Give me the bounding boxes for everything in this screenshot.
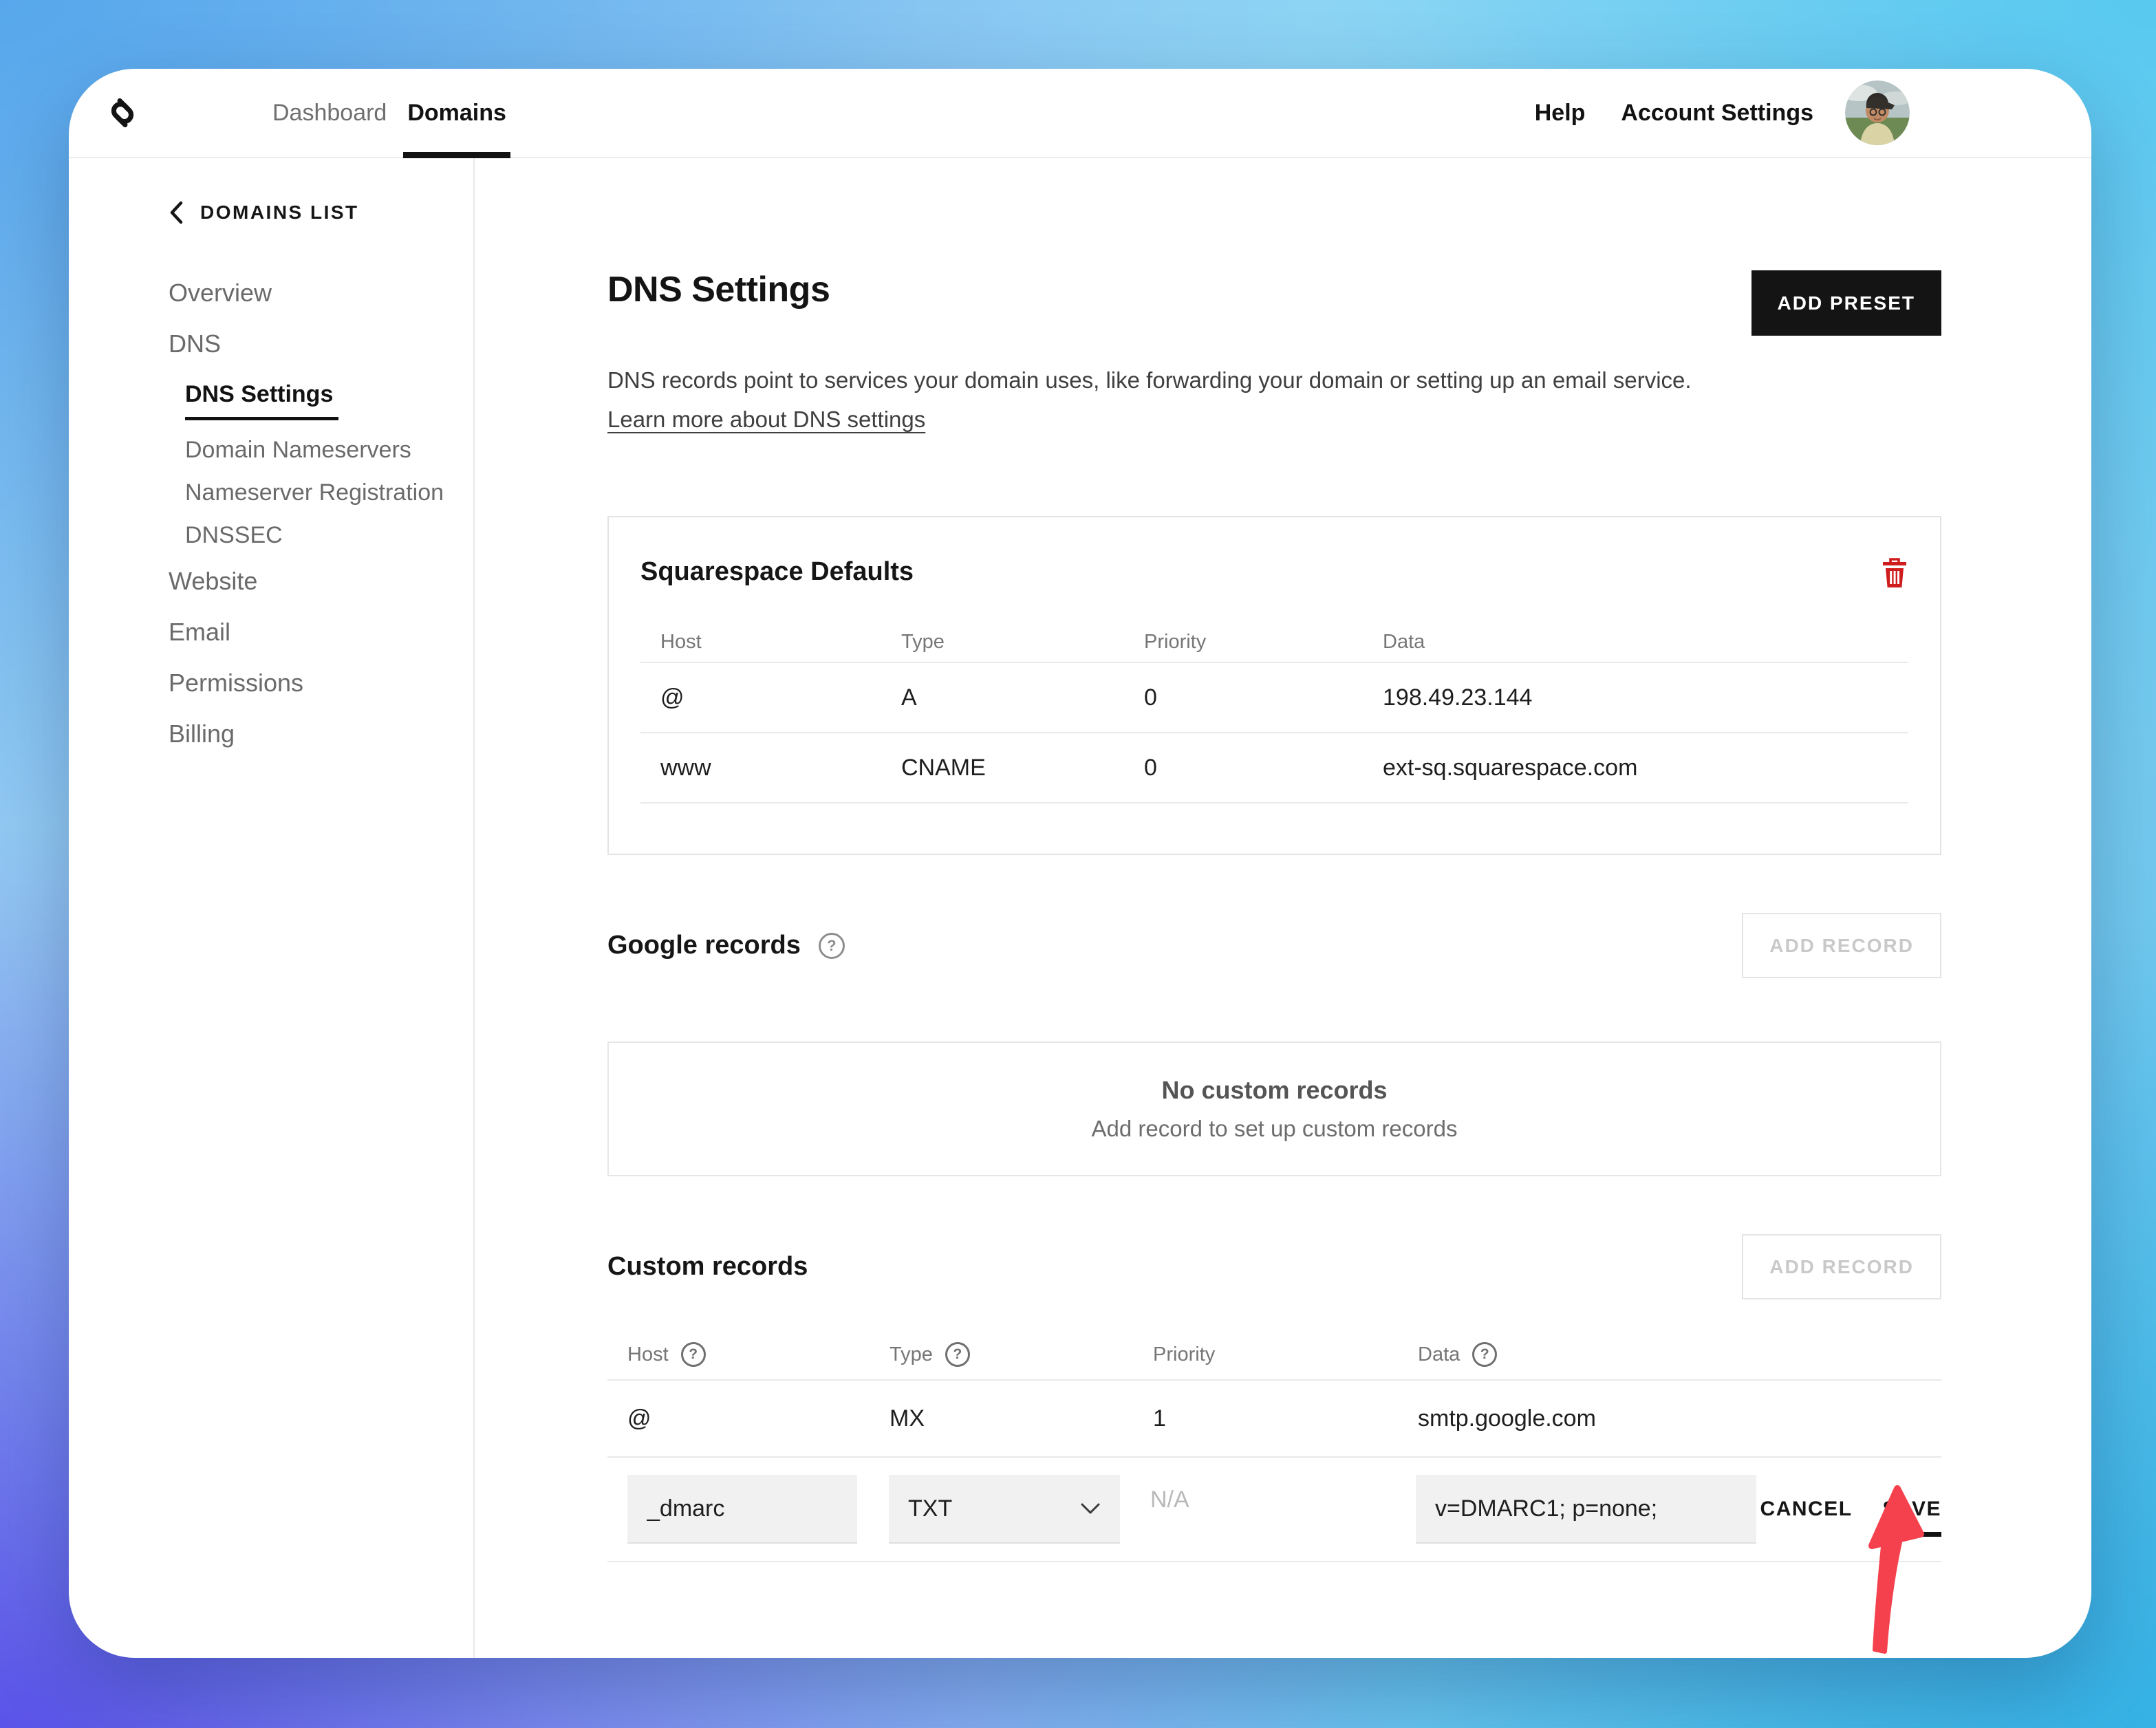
- col-host: Host: [640, 631, 881, 654]
- sidebar-item-overview[interactable]: Overview: [169, 279, 473, 307]
- title-row: DNS Settings ADD PRESET: [607, 270, 1941, 336]
- host-input[interactable]: [627, 1475, 857, 1544]
- google-records-title-wrap: Google records ?: [607, 931, 845, 960]
- help-circle-icon[interactable]: ?: [1472, 1342, 1497, 1367]
- cell-priority: 0: [1124, 684, 1363, 711]
- data-field-wrap: [1398, 1475, 1756, 1544]
- help-link[interactable]: Help: [1535, 100, 1586, 127]
- description-text: DNS records point to services your domai…: [607, 367, 1692, 393]
- cell-type: CNAME: [881, 755, 1124, 781]
- nav-dashboard[interactable]: Dashboard: [272, 69, 387, 157]
- cell-type: MX: [870, 1405, 1133, 1432]
- record-editor-row: TXT N/A CANCEL SAVE: [607, 1458, 1941, 1562]
- col-type: Type: [881, 631, 1124, 654]
- no-custom-records-box: No custom records Add record to set up c…: [607, 1041, 1941, 1176]
- table-row: @ MX 1 smtp.google.com: [607, 1381, 1941, 1458]
- type-select-value: TXT: [908, 1495, 952, 1522]
- top-nav: Dashboard Domains: [272, 69, 527, 157]
- content-row: DOMAINS LIST Overview DNS DNS Settings D…: [69, 158, 2091, 1658]
- col-priority: Priority: [1124, 631, 1363, 654]
- add-preset-button[interactable]: ADD PRESET: [1751, 270, 1941, 336]
- cell-host: @: [640, 684, 881, 711]
- app-window: Dashboard Domains Help Account Settings: [69, 69, 2091, 1658]
- editor-actions: CANCEL SAVE: [1756, 1498, 1941, 1521]
- header-right: Help Account Settings: [1535, 80, 1910, 145]
- google-records-head: Google records ? ADD RECORD: [607, 913, 1941, 978]
- cancel-button[interactable]: CANCEL: [1760, 1498, 1853, 1521]
- col-data-label: Data: [1418, 1343, 1460, 1366]
- col-type-label: Type: [890, 1343, 933, 1366]
- cell-priority: 0: [1124, 755, 1363, 781]
- custom-records-table: Host ? Type ? Priority Data ?: [607, 1330, 1941, 1562]
- custom-records-head: Custom records ADD RECORD: [607, 1234, 1941, 1299]
- chevron-down-icon: [1080, 1502, 1101, 1515]
- sidebar-item-dnssec[interactable]: DNSSEC: [185, 522, 283, 548]
- col-type: Type ?: [870, 1342, 1133, 1367]
- priority-na-text: N/A: [1133, 1487, 1398, 1513]
- empty-state-subtitle: Add record to set up custom records: [1092, 1116, 1458, 1142]
- cell-host: www: [640, 755, 881, 781]
- learn-more-link[interactable]: Learn more about DNS settings: [607, 407, 925, 432]
- cell-data: 198.49.23.144: [1363, 684, 1908, 711]
- defaults-card-head: Squarespace Defaults: [640, 517, 1908, 589]
- desktop-background: Dashboard Domains Help Account Settings: [0, 0, 2156, 1728]
- col-host-label: Host: [627, 1343, 669, 1366]
- squarespace-defaults-card: Squarespace Defaults: [607, 516, 1941, 855]
- squarespace-logo-icon[interactable]: [100, 90, 145, 136]
- account-settings-link[interactable]: Account Settings: [1621, 100, 1813, 127]
- page-title: DNS Settings: [607, 270, 830, 309]
- avatar[interactable]: [1845, 80, 1910, 145]
- back-chevron-icon: [169, 201, 184, 224]
- sidebar-item-dns[interactable]: DNS: [169, 330, 473, 358]
- sidebar-item-billing[interactable]: Billing: [169, 720, 473, 748]
- sidebar-nav: Overview DNS DNS Settings Domain Nameser…: [169, 279, 473, 748]
- cell-priority: 1: [1133, 1405, 1398, 1432]
- help-circle-icon[interactable]: ?: [819, 933, 845, 959]
- col-priority-label: Priority: [1153, 1343, 1215, 1366]
- col-data: Data ?: [1398, 1342, 1941, 1367]
- sidebar-item-permissions[interactable]: Permissions: [169, 669, 473, 697]
- app-header: Dashboard Domains Help Account Settings: [69, 69, 2091, 158]
- google-records-title: Google records: [607, 931, 801, 960]
- back-label: DOMAINS LIST: [200, 202, 359, 224]
- defaults-table: Host Type Priority Data @ A 0 198.49.23.…: [640, 622, 1908, 803]
- help-circle-icon[interactable]: ?: [681, 1342, 706, 1367]
- cell-data: smtp.google.com: [1398, 1405, 1941, 1432]
- col-host: Host ?: [607, 1342, 870, 1367]
- help-circle-icon[interactable]: ?: [945, 1342, 970, 1367]
- trash-icon: [1881, 557, 1908, 589]
- cell-data: ext-sq.squarespace.com: [1363, 755, 1908, 781]
- data-input[interactable]: [1416, 1475, 1756, 1544]
- custom-table-header: Host ? Type ? Priority Data ?: [607, 1330, 1941, 1381]
- nav-domains[interactable]: Domains: [407, 69, 506, 157]
- google-add-record-button[interactable]: ADD RECORD: [1742, 913, 1941, 978]
- col-priority: Priority: [1133, 1343, 1398, 1366]
- table-row: @ A 0 198.49.23.144: [640, 663, 1908, 733]
- defaults-table-header: Host Type Priority Data: [640, 622, 1908, 663]
- sidebar-item-nameserver-registration[interactable]: Nameserver Registration: [185, 479, 444, 506]
- type-select[interactable]: TXT: [889, 1475, 1120, 1544]
- cell-type: A: [881, 684, 1124, 711]
- delete-defaults-button[interactable]: [1881, 557, 1908, 589]
- sidebar-item-dns-settings[interactable]: DNS Settings: [185, 381, 333, 420]
- defaults-title: Squarespace Defaults: [640, 557, 914, 587]
- host-field-wrap: [607, 1475, 870, 1544]
- sidebar-item-website[interactable]: Website: [169, 568, 473, 595]
- back-to-domains-list[interactable]: DOMAINS LIST: [169, 201, 473, 224]
- sidebar-item-email[interactable]: Email: [169, 618, 473, 646]
- custom-add-record-button[interactable]: ADD RECORD: [1742, 1234, 1941, 1299]
- type-field-wrap: TXT: [870, 1475, 1133, 1544]
- col-data: Data: [1363, 631, 1908, 654]
- custom-records-title: Custom records: [607, 1252, 808, 1282]
- table-row: www CNAME 0 ext-sq.squarespace.com: [640, 733, 1908, 803]
- cell-host: @: [607, 1405, 870, 1432]
- dns-sub-list: DNS Settings Domain Nameservers Nameserv…: [185, 381, 473, 548]
- sidebar: DOMAINS LIST Overview DNS DNS Settings D…: [69, 158, 475, 1658]
- empty-state-title: No custom records: [1161, 1076, 1387, 1105]
- main-content: DNS Settings ADD PRESET DNS records poin…: [475, 158, 2091, 1658]
- save-button[interactable]: SAVE: [1883, 1498, 1941, 1537]
- page-description: DNS records point to services your domai…: [607, 360, 1694, 439]
- sidebar-item-domain-nameservers[interactable]: Domain Nameservers: [185, 437, 411, 463]
